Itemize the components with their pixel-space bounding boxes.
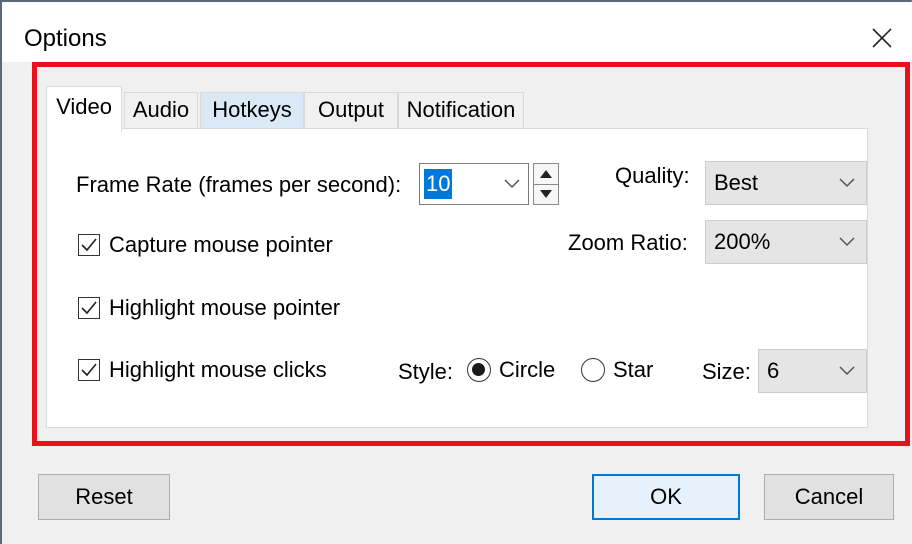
radio-selected-dot (472, 363, 485, 376)
capture-pointer-label[interactable]: Capture mouse pointer (109, 231, 333, 259)
tab-video[interactable]: Video (46, 86, 122, 132)
style-star-label[interactable]: Star (613, 356, 653, 384)
style-star-radio[interactable] (581, 358, 605, 382)
zoom-ratio-label: Zoom Ratio: (568, 230, 688, 255)
zoom-ratio-select[interactable]: 200% (705, 220, 867, 264)
reset-button[interactable]: Reset (38, 474, 170, 520)
tab-notification[interactable]: Notification (398, 92, 524, 128)
tab-hotkeys[interactable]: Hotkeys (200, 92, 304, 128)
zoom-ratio-value: 200% (714, 229, 771, 254)
frame-rate-label: Frame Rate (frames per second): (76, 172, 402, 197)
cancel-button[interactable]: Cancel (764, 474, 894, 520)
spin-up-button[interactable] (534, 164, 558, 185)
chevron-down-icon (839, 178, 855, 188)
quality-label: Quality: (615, 163, 690, 188)
size-value: 6 (767, 358, 780, 383)
size-select[interactable]: 6 (758, 349, 867, 393)
frame-rate-combobox[interactable]: 10 (419, 163, 529, 205)
options-dialog: Options Video Audio Hotkeys Output Notif… (0, 0, 912, 544)
highlight-pointer-checkbox[interactable] (78, 297, 100, 319)
style-label: Style: (398, 359, 454, 384)
chevron-down-icon (504, 179, 520, 189)
style-circle-label[interactable]: Circle (499, 356, 555, 384)
quality-select[interactable]: Best (705, 161, 867, 205)
spin-down-button[interactable] (534, 184, 558, 204)
triangle-up-icon (540, 170, 552, 178)
style-circle-radio[interactable] (467, 358, 491, 382)
frame-rate-value[interactable]: 10 (424, 169, 453, 199)
tab-audio[interactable]: Audio (124, 92, 198, 128)
checkmark-icon (81, 301, 97, 315)
highlight-pointer-label[interactable]: Highlight mouse pointer (109, 294, 340, 322)
highlight-clicks-checkbox[interactable] (78, 359, 100, 381)
close-button[interactable] (862, 18, 902, 58)
checkmark-icon (81, 238, 97, 252)
quality-value: Best (714, 170, 759, 195)
chevron-down-icon (839, 366, 855, 376)
checkmark-icon (81, 363, 97, 377)
frame-rate-spinner[interactable] (533, 163, 559, 205)
triangle-down-icon (540, 190, 552, 198)
window-title: Options (24, 25, 107, 52)
highlight-clicks-label[interactable]: Highlight mouse clicks (109, 356, 327, 384)
capture-pointer-checkbox[interactable] (78, 234, 100, 256)
tab-output[interactable]: Output (304, 92, 398, 128)
chevron-down-icon (839, 237, 855, 247)
size-label: Size: (702, 359, 751, 384)
close-icon (872, 28, 892, 48)
ok-button[interactable]: OK (592, 474, 740, 520)
title-bar: Options (2, 2, 912, 62)
